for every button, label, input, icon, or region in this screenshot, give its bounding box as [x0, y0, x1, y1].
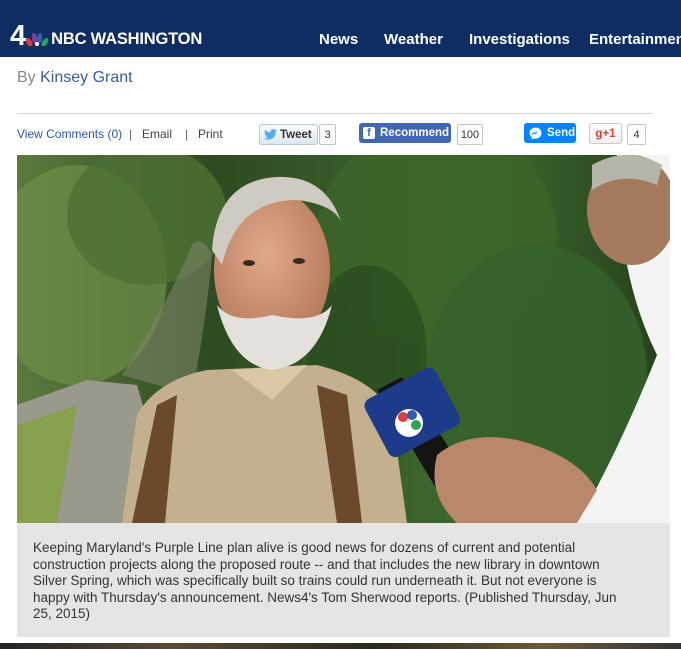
nav-news[interactable]: News — [319, 31, 358, 48]
facebook-icon: f — [363, 127, 375, 139]
messenger-icon — [529, 127, 542, 140]
recommend-label: Recommend — [380, 127, 450, 139]
print-link[interactable]: Print — [198, 127, 223, 141]
nav-investigations[interactable]: Investigations — [469, 31, 570, 48]
video-caption: Keeping Maryland's Purple Line plan aliv… — [33, 540, 617, 621]
site-header: 4 NBC WASHINGTON News Weather Investigat… — [0, 0, 681, 57]
view-comments-link[interactable]: View Comments (0) — [17, 127, 122, 141]
tweet-count: 3 — [319, 124, 336, 145]
tweet-label: Tweet — [280, 128, 312, 141]
video-caption-box: Keeping Maryland's Purple Line plan aliv… — [17, 523, 670, 637]
site-logo[interactable]: 4 NBC WASHINGTON — [10, 22, 202, 51]
tweet-button[interactable]: Tweet — [259, 124, 318, 145]
email-link[interactable]: Email — [142, 127, 172, 141]
nav-entertainment[interactable]: Entertainment — [589, 31, 681, 48]
recommend-count: 100 — [457, 124, 483, 145]
video-thumbnail[interactable] — [17, 155, 670, 523]
video-still-image — [17, 155, 670, 523]
nav-weather[interactable]: Weather — [384, 31, 443, 48]
send-label: Send — [547, 127, 576, 139]
byline-prefix: By — [17, 69, 36, 86]
nbc-peacock-icon — [25, 32, 49, 46]
author-link[interactable]: Kinsey Grant — [40, 69, 132, 86]
divider — [17, 113, 653, 114]
messenger-send-button[interactable]: Send — [524, 123, 576, 143]
gplus-label: g+1 — [595, 127, 616, 140]
next-image-strip — [0, 643, 681, 649]
separator: | — [129, 127, 133, 141]
logo-number: 4 — [10, 20, 26, 52]
logo-name: NBC WASHINGTON — [51, 30, 203, 48]
facebook-recommend-button[interactable]: f Recommend — [359, 123, 451, 143]
twitter-bird-icon — [264, 129, 277, 140]
separator: | — [185, 127, 189, 141]
google-plus-button[interactable]: g+1 — [589, 123, 622, 144]
gplus-count: 4 — [627, 124, 646, 145]
byline: By Kinsey Grant — [17, 69, 133, 87]
